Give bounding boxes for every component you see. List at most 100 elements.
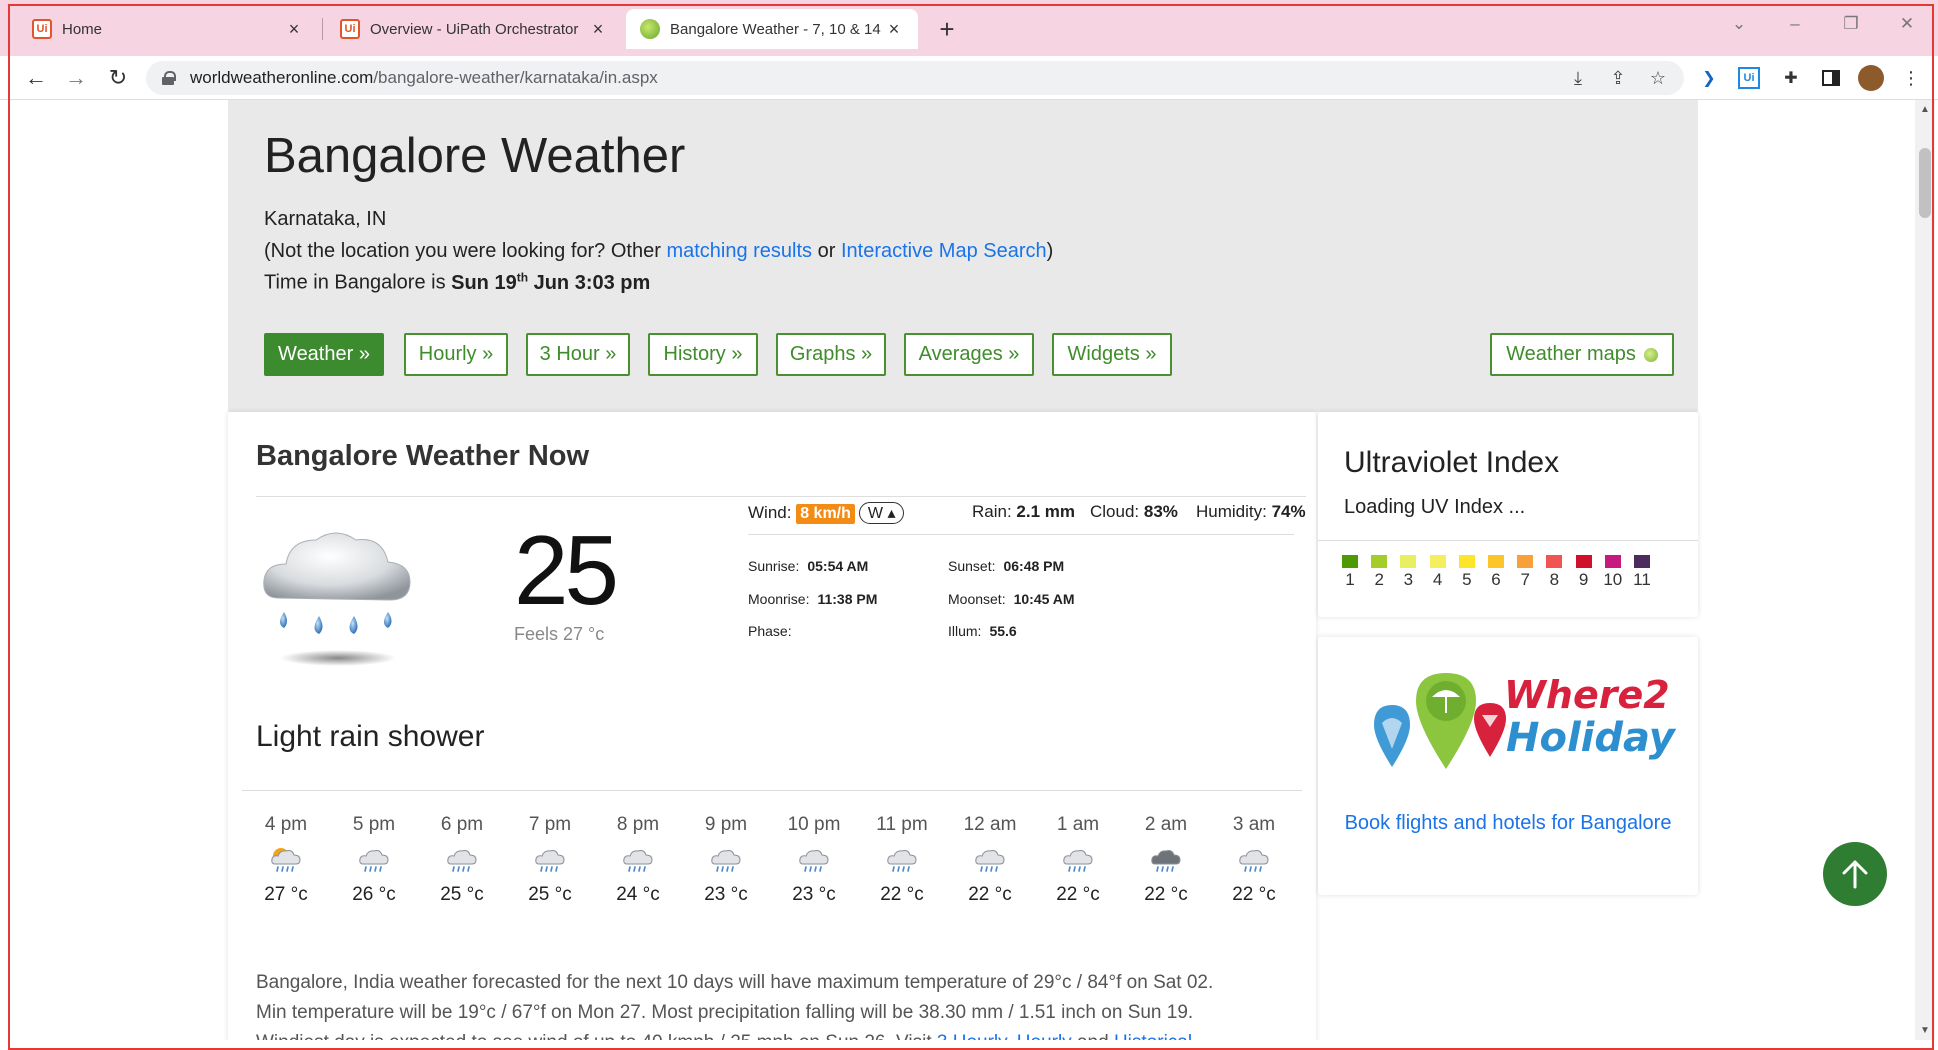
uv-level-label: 3 [1403,570,1414,589]
uv-level-swatch [1517,555,1534,568]
tab-orchestrator[interactable]: Ui Overview - UiPath Orchestrator × [326,9,622,49]
hour-forecast-item: 6 pm 25 °c [418,814,506,906]
scrollbar-thumb[interactable] [1919,148,1931,218]
hour-forecast-item: 10 pm 23 °c [770,814,858,906]
tab-label: Home [62,20,103,38]
divider [748,534,1294,535]
cloud-rain-icon [418,846,506,880]
scroll-down-arrow-icon[interactable]: ▼ [1915,1025,1935,1036]
3-hourly-link[interactable]: 3 Hourly [937,1032,1006,1040]
forecast-line: Bangalore, India weather forecasted for … [256,972,1214,993]
extension-arrow-icon[interactable]: ❯ [1696,65,1722,91]
uv-level-swatch [1458,555,1475,568]
nav-widgets-button[interactable]: Widgets » [1052,333,1172,376]
separator-text: , [1006,1032,1017,1040]
window-close-icon[interactable]: ✕ [1892,14,1922,34]
time-rest: Jun 3:03 pm [528,271,651,294]
web-page: Bangalore Weather Karnataka, IN (Not the… [10,100,1915,1040]
address-bar: ← → ↻ worldweatheronline.com/bangalore-w… [0,56,1938,100]
forward-icon[interactable]: → [62,64,90,92]
extensions-puzzle-icon[interactable]: ✚ [1778,65,1804,91]
time-value: Sun 19th Jun 3:03 pm [451,270,651,294]
hour-temperature: 26 °c [352,884,396,905]
humidity-label: Humidity: [1196,502,1267,521]
phase-label: Phase: [748,623,792,639]
tab-home[interactable]: Ui Home × [18,9,318,49]
reload-icon[interactable]: ↻ [104,64,132,92]
moonset-value: 10:45 AM [1013,591,1075,607]
nav-3hour-button[interactable]: 3 Hour » [526,333,630,376]
moonset-label: Moonset: [948,591,1006,607]
prompt-text: or [812,240,841,262]
matching-results-link[interactable]: matching results [666,240,812,262]
uv-title: Ultraviolet Index [1344,446,1560,479]
where2holiday-ad[interactable]: Where2 Holiday Book flights and hotels f… [1318,637,1698,895]
install-icon[interactable]: ⤓ [1564,64,1592,92]
tab-bangalore-weather[interactable]: Bangalore Weather - 7, 10 & 14 D × [626,9,918,49]
uv-level-label: 4 [1432,570,1443,589]
weather-now-title: Bangalore Weather Now [256,440,590,472]
sunset-label: Sunset: [948,558,996,574]
weather-maps-button[interactable]: Weather maps [1490,333,1674,376]
globe-icon [1643,347,1658,362]
new-tab-button[interactable]: + [932,14,962,45]
cloud-label: Cloud: [1090,502,1140,521]
hour-forecast-item: 11 pm 22 °c [858,814,946,906]
nav-averages-button[interactable]: Averages » [904,333,1034,376]
historical-link[interactable]: Historical [1114,1032,1192,1040]
url-field[interactable]: worldweatheronline.com/bangalore-weather… [146,61,1684,95]
uv-level-swatch [1429,555,1446,568]
lock-icon [162,71,176,85]
menu-icon[interactable]: ⋮ [1898,65,1924,91]
close-icon[interactable]: × [588,19,608,40]
nav-hourly-button[interactable]: Hourly » [404,333,508,376]
cloud-rain-icon [330,846,418,880]
forecast-line: Min temperature will be 19°c / 67°f on M… [256,1002,1194,1023]
sun-rain-icon [242,846,330,880]
uv-level-label: 7 [1520,570,1530,589]
scroll-to-top-button[interactable] [1823,842,1887,906]
hour-label: 7 pm [528,814,572,835]
location-prompt: (Not the location you were looking for? … [264,240,1053,263]
uv-level-label: 8 [1549,570,1560,589]
tab-search-icon[interactable]: ⌄ [1724,14,1754,34]
humidity-stat: Humidity: 74% [1196,502,1306,522]
weather-now-card: Bangalore Weather Now 25 Feels 27 °c Win… [228,412,1316,1040]
cloud-stat: Cloud: 83% [1090,502,1178,522]
close-icon[interactable]: × [884,19,904,40]
cloud-rain-icon [682,846,770,880]
hour-label: 4 pm [264,814,308,835]
cloud-rain-icon [594,846,682,880]
uv-level-label: 1 [1345,570,1355,589]
nav-graphs-button[interactable]: Graphs » [776,333,886,376]
bookmark-star-icon[interactable]: ☆ [1644,64,1672,92]
book-flights-link[interactable]: Book flights and hotels for Bangalore [1318,807,1698,840]
profile-avatar[interactable] [1858,65,1884,91]
nav-history-button[interactable]: History » [648,333,758,376]
wind-direction-text: W [867,505,883,522]
sunrise-label: Sunrise: [748,558,800,574]
uipath-extension-icon[interactable]: Ui [1738,67,1760,89]
nav-weather-button[interactable]: Weather » [264,333,384,376]
divider [256,496,1306,497]
share-icon[interactable]: ⇪ [1604,64,1632,92]
interactive-map-link[interactable]: Interactive Map Search [841,240,1047,262]
side-panel-icon[interactable] [1818,65,1844,91]
wind-label: Wind: [748,503,792,522]
hour-forecast-item: 2 am 22 °c [1122,814,1210,906]
restore-icon[interactable]: ❐ [1836,14,1866,34]
hour-temperature: 24 °c [616,884,660,905]
minimize-icon[interactable]: – [1780,14,1810,34]
prompt-text: (Not the location you were looking for? … [264,240,667,262]
vertical-scrollbar[interactable]: ▲ ▼ [1915,100,1935,1040]
sunrise-value: 05:54 AM [807,558,869,574]
feels-like: Feels 27 °c [514,624,605,644]
hourly-link[interactable]: Hourly [1017,1032,1072,1040]
hour-temperature: 22 °c [1232,884,1276,905]
close-icon[interactable]: × [284,19,304,40]
cloud-rain-icon [858,846,946,880]
scroll-up-arrow-icon[interactable]: ▲ [1915,104,1935,115]
hour-label: 5 pm [352,814,396,835]
sunset-value: 06:48 PM [1003,558,1065,574]
back-icon[interactable]: ← [22,64,50,92]
